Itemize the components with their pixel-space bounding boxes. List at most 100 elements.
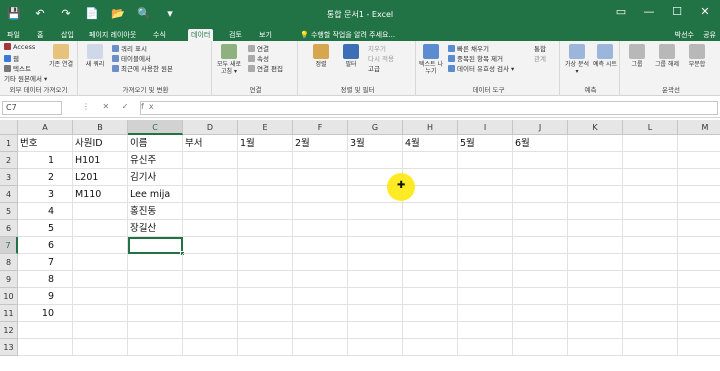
column-header-h[interactable]: H xyxy=(403,120,458,135)
column-header-j[interactable]: J xyxy=(513,120,568,135)
cell-m11[interactable] xyxy=(678,305,720,322)
cell-b2[interactable]: H101 xyxy=(73,152,128,169)
cell-k1[interactable] xyxy=(568,135,623,152)
minimize-icon[interactable]: — xyxy=(638,5,660,18)
cell-g7[interactable] xyxy=(348,237,403,254)
column-header-i[interactable]: I xyxy=(458,120,513,135)
cell-e13[interactable] xyxy=(238,339,293,356)
cell-j12[interactable] xyxy=(513,322,568,339)
cell-c9[interactable] xyxy=(128,271,183,288)
cell-b10[interactable] xyxy=(73,288,128,305)
cell-g12[interactable] xyxy=(348,322,403,339)
from-table-button[interactable]: 테이블에서 xyxy=(112,53,151,63)
text-button[interactable]: 텍스트 xyxy=(4,63,31,73)
cell-d7[interactable] xyxy=(183,237,238,254)
cell-k4[interactable] xyxy=(568,186,623,203)
show-queries-button[interactable]: 쿼리 표시 xyxy=(112,43,147,53)
data-validation-button[interactable]: 데이터 유효성 검사 ▾ xyxy=(448,63,514,73)
tab-formulas[interactable]: 수식 xyxy=(150,29,169,41)
other-sources-button[interactable]: 기타 원본에서 ▾ xyxy=(4,73,47,83)
cell-a1[interactable]: 번호 xyxy=(18,135,73,152)
cell-f3[interactable] xyxy=(293,169,348,186)
cell-d2[interactable] xyxy=(183,152,238,169)
group-button[interactable]: 그룹 xyxy=(624,44,650,68)
cell-a13[interactable] xyxy=(18,339,73,356)
subtotal-button[interactable]: 부분합 xyxy=(684,44,710,68)
cell-k9[interactable] xyxy=(568,271,623,288)
cell-f7[interactable] xyxy=(293,237,348,254)
flash-fill-button[interactable]: 빠른 채우기 xyxy=(448,43,489,53)
row-header-4[interactable]: 4 xyxy=(0,186,18,203)
tab-view[interactable]: 보기 xyxy=(256,29,275,41)
what-if-analysis-button[interactable]: 가상 분석 ▾ xyxy=(564,44,590,75)
text-to-columns-button[interactable]: 텍스트 나누기 xyxy=(418,44,444,75)
cell-e12[interactable] xyxy=(238,322,293,339)
cell-a6[interactable]: 5 xyxy=(18,220,73,237)
cell-j3[interactable] xyxy=(513,169,568,186)
row-header-9[interactable]: 9 xyxy=(0,271,18,288)
cell-l5[interactable] xyxy=(623,203,678,220)
row-header-12[interactable]: 12 xyxy=(0,322,18,339)
cell-c13[interactable] xyxy=(128,339,183,356)
row-header-5[interactable]: 5 xyxy=(0,203,18,220)
relationships-button[interactable]: 관계 xyxy=(534,53,546,63)
cell-l1[interactable] xyxy=(623,135,678,152)
cell-h6[interactable] xyxy=(403,220,458,237)
cell-g13[interactable] xyxy=(348,339,403,356)
worksheet-grid[interactable]: A B C D E F G H I J K L M 1 번호 사원ID 이름 부서 1월 2월 3월 4월 5월 6월 2 1 H1… xyxy=(0,120,720,371)
cell-e10[interactable] xyxy=(238,288,293,305)
cell-l3[interactable] xyxy=(623,169,678,186)
cell-k5[interactable] xyxy=(568,203,623,220)
ungroup-button[interactable]: 그룹 해제 xyxy=(654,44,680,68)
name-box[interactable]: C7 xyxy=(2,101,62,115)
cell-a3[interactable]: 2 xyxy=(18,169,73,186)
cell-d12[interactable] xyxy=(183,322,238,339)
cell-b7[interactable] xyxy=(73,237,128,254)
cell-f13[interactable] xyxy=(293,339,348,356)
tab-review[interactable]: 검토 xyxy=(226,29,245,41)
cell-k7[interactable] xyxy=(568,237,623,254)
cell-b11[interactable] xyxy=(73,305,128,322)
cell-c8[interactable] xyxy=(128,254,183,271)
ribbon-display-options-icon[interactable]: ▭ xyxy=(610,5,632,18)
cell-l8[interactable] xyxy=(623,254,678,271)
cell-d13[interactable] xyxy=(183,339,238,356)
tab-home[interactable]: 홈 xyxy=(34,29,46,41)
cell-e3[interactable] xyxy=(238,169,293,186)
cell-k13[interactable] xyxy=(568,339,623,356)
tab-page-layout[interactable]: 페이지 레이아웃 xyxy=(86,29,139,41)
cell-h5[interactable] xyxy=(403,203,458,220)
column-header-l[interactable]: L xyxy=(623,120,678,135)
row-header-13[interactable]: 13 xyxy=(0,339,18,356)
cell-m5[interactable] xyxy=(678,203,720,220)
cell-l12[interactable] xyxy=(623,322,678,339)
cell-f6[interactable] xyxy=(293,220,348,237)
cell-c12[interactable] xyxy=(128,322,183,339)
cell-f5[interactable] xyxy=(293,203,348,220)
connections-button[interactable]: 연결 xyxy=(248,43,269,53)
cell-k11[interactable] xyxy=(568,305,623,322)
cell-g2[interactable] xyxy=(348,152,403,169)
cell-i11[interactable] xyxy=(458,305,513,322)
cell-c2[interactable]: 유신주 xyxy=(128,152,183,169)
cell-a5[interactable]: 4 xyxy=(18,203,73,220)
cell-d11[interactable] xyxy=(183,305,238,322)
column-header-e[interactable]: E xyxy=(238,120,293,135)
advanced-filter-button[interactable]: 고급 xyxy=(368,63,380,73)
cell-m2[interactable] xyxy=(678,152,720,169)
cell-c4[interactable]: Lee mija xyxy=(128,186,183,203)
cell-j10[interactable] xyxy=(513,288,568,305)
properties-button[interactable]: 속성 xyxy=(248,53,269,63)
cell-e1[interactable]: 1월 xyxy=(238,135,293,152)
cell-d10[interactable] xyxy=(183,288,238,305)
cell-b3[interactable]: L201 xyxy=(73,169,128,186)
cell-f12[interactable] xyxy=(293,322,348,339)
cell-i1[interactable]: 5월 xyxy=(458,135,513,152)
row-header-7[interactable]: 7 xyxy=(0,237,18,254)
cell-i7[interactable] xyxy=(458,237,513,254)
cell-f2[interactable] xyxy=(293,152,348,169)
cell-j13[interactable] xyxy=(513,339,568,356)
cell-d4[interactable] xyxy=(183,186,238,203)
cell-l11[interactable] xyxy=(623,305,678,322)
cell-a4[interactable]: 3 xyxy=(18,186,73,203)
